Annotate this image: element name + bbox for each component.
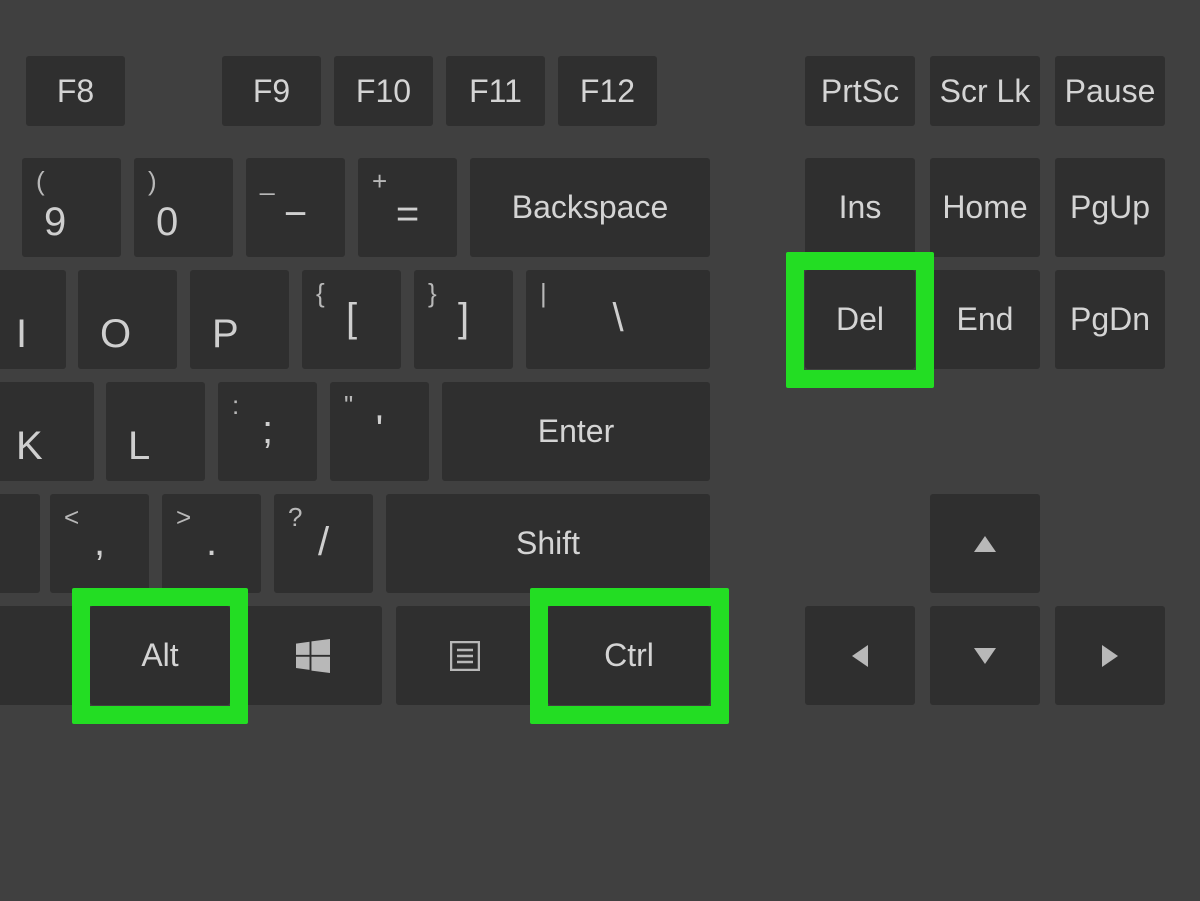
f10-key[interactable]: F10: [334, 56, 433, 126]
backspace-key[interactable]: Backspace: [470, 158, 710, 257]
highlight-ctrl: [530, 588, 729, 724]
f8-key[interactable]: F8: [26, 56, 125, 126]
arrow-left-key[interactable]: [805, 606, 915, 705]
arrow-down-icon: [974, 648, 996, 664]
pause-key[interactable]: Pause: [1055, 56, 1165, 126]
home-key[interactable]: Home: [930, 158, 1040, 257]
enter-key[interactable]: Enter: [442, 382, 710, 481]
prtsc-key[interactable]: PrtSc: [805, 56, 915, 126]
lbracket-key[interactable]: {[: [302, 270, 401, 369]
backslash-key[interactable]: |\: [526, 270, 710, 369]
k-key[interactable]: K: [0, 382, 94, 481]
arrow-up-icon: [974, 536, 996, 552]
menu-key[interactable]: [396, 606, 534, 705]
scrlk-key[interactable]: Scr Lk: [930, 56, 1040, 126]
partial-key-2[interactable]: [0, 606, 78, 705]
l-key[interactable]: L: [106, 382, 205, 481]
f12-key[interactable]: F12: [558, 56, 657, 126]
pgup-key[interactable]: PgUp: [1055, 158, 1165, 257]
quote-key[interactable]: "': [330, 382, 429, 481]
semicolon-key[interactable]: :;: [218, 382, 317, 481]
windows-icon: [296, 639, 330, 673]
nine-key[interactable]: (9: [22, 158, 121, 257]
f11-key[interactable]: F11: [446, 56, 545, 126]
menu-icon: [450, 641, 480, 671]
rbracket-key[interactable]: }]: [414, 270, 513, 369]
end-key[interactable]: End: [930, 270, 1040, 369]
arrow-left-icon: [852, 645, 868, 667]
pgdn-key[interactable]: PgDn: [1055, 270, 1165, 369]
win-key[interactable]: [244, 606, 382, 705]
highlight-alt: [72, 588, 248, 724]
zero-key[interactable]: )0: [134, 158, 233, 257]
p-key[interactable]: P: [190, 270, 289, 369]
ins-key[interactable]: Ins: [805, 158, 915, 257]
arrow-down-key[interactable]: [930, 606, 1040, 705]
arrow-up-key[interactable]: [930, 494, 1040, 593]
slash-key[interactable]: ?/: [274, 494, 373, 593]
shift-key[interactable]: Shift: [386, 494, 710, 593]
arrow-right-icon: [1102, 645, 1118, 667]
minus-key[interactable]: _−: [246, 158, 345, 257]
highlight-del: [786, 252, 934, 388]
f9-key[interactable]: F9: [222, 56, 321, 126]
i-key[interactable]: I: [0, 270, 66, 369]
arrow-right-key[interactable]: [1055, 606, 1165, 705]
partial-key[interactable]: [0, 494, 40, 593]
period-key[interactable]: >.: [162, 494, 261, 593]
o-key[interactable]: O: [78, 270, 177, 369]
keyboard: F8 F9 F10 F11 F12 PrtSc Scr Lk Pause (9 …: [0, 0, 1200, 901]
comma-key[interactable]: <,: [50, 494, 149, 593]
equals-key[interactable]: +=: [358, 158, 457, 257]
